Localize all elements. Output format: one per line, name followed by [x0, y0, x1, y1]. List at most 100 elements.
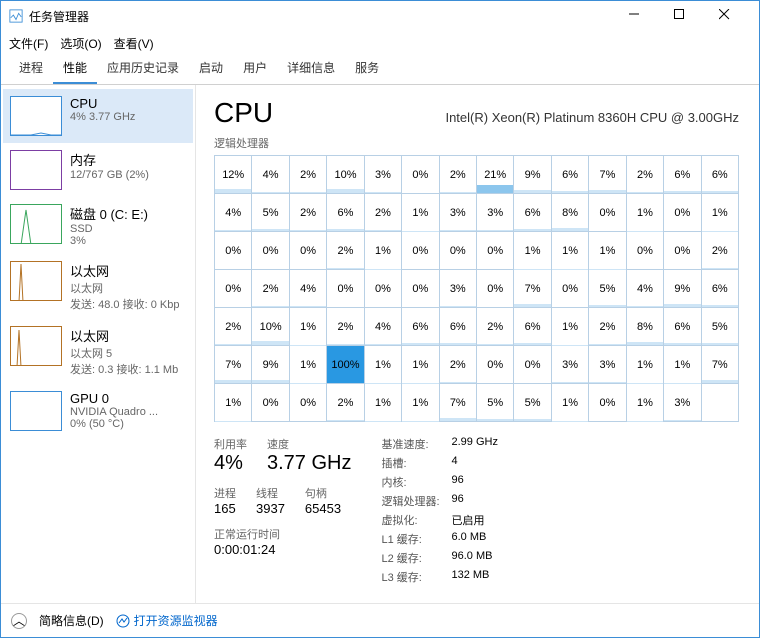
main-panel: CPU Intel(R) Xeon(R) Platinum 8360H CPU …	[196, 85, 759, 603]
logical-label: 逻辑处理器:	[381, 493, 451, 509]
core-cell: 0%	[327, 270, 364, 308]
core-cell: 2%	[290, 156, 327, 194]
core-cell: 2%	[252, 270, 289, 308]
core-cell: 8%	[552, 194, 589, 232]
footer: ︿ 简略信息(D) 打开资源监视器	[1, 603, 759, 637]
uptime-value: 0:00:01:24	[214, 542, 351, 557]
window-title: 任务管理器	[29, 8, 89, 25]
threads-value: 3937	[256, 501, 285, 516]
core-cell: 5%	[252, 194, 289, 232]
core-cell: 2%	[365, 194, 402, 232]
fewer-details-link[interactable]: 简略信息(D)	[39, 612, 104, 629]
core-cell: 0%	[477, 346, 514, 384]
menu-file[interactable]: 文件(F)	[9, 35, 48, 52]
tab-processes[interactable]: 进程	[9, 53, 53, 84]
resource-monitor-link[interactable]: 打开资源监视器	[116, 612, 218, 629]
chevron-up-icon[interactable]: ︿	[11, 613, 27, 629]
core-cell: 6%	[440, 308, 477, 346]
core-cell: 0%	[589, 384, 626, 422]
close-button[interactable]	[706, 2, 751, 30]
core-cell: 8%	[627, 308, 664, 346]
sidebar-item-label: 磁盘 0 (C: E:)	[70, 204, 148, 223]
core-cell: 5%	[514, 384, 551, 422]
core-cell: 0%	[365, 270, 402, 308]
core-cell: 12%	[215, 156, 252, 194]
core-cell: 0%	[514, 346, 551, 384]
core-cell: 2%	[290, 194, 327, 232]
sidebar-item-ethernet-0[interactable]: 以太网 以太网 发送: 48.0 接收: 0 Kbp	[3, 254, 193, 319]
core-cell: 1%	[552, 384, 589, 422]
minimize-button[interactable]	[616, 2, 661, 30]
core-cell: 1%	[365, 232, 402, 270]
core-cell: 0%	[402, 156, 439, 194]
core-cell: 1%	[627, 384, 664, 422]
maximize-button[interactable]	[661, 2, 706, 30]
core-cell: 0%	[440, 232, 477, 270]
core-cell: 21%	[477, 156, 514, 194]
sidebar-item-desc2: 发送: 0.3 接收: 1.1 Mb	[70, 361, 178, 377]
titlebar: 任务管理器	[1, 1, 759, 31]
core-cell: 6%	[514, 308, 551, 346]
core-cell: 6%	[327, 194, 364, 232]
virt-value: 已启用	[451, 512, 497, 528]
sidebar-item-cpu[interactable]: CPU 4% 3.77 GHz	[3, 89, 193, 143]
core-cell: 10%	[252, 308, 289, 346]
core-cell: 1%	[664, 346, 701, 384]
uptime-label: 正常运行时间	[214, 526, 351, 542]
menu-options[interactable]: 选项(O)	[60, 35, 101, 52]
core-cell: 0%	[252, 384, 289, 422]
tab-performance[interactable]: 性能	[53, 53, 97, 84]
tab-apphistory[interactable]: 应用历史记录	[97, 53, 189, 84]
sidebar-item-disk[interactable]: 磁盘 0 (C: E:) SSD 3%	[3, 197, 193, 254]
core-cell: 9%	[664, 270, 701, 308]
speed-label: 速度	[267, 436, 351, 452]
core-cell: 2%	[477, 308, 514, 346]
core-cell: 5%	[589, 270, 626, 308]
sidebar-item-desc: 以太网	[70, 280, 179, 296]
core-cell: 1%	[627, 346, 664, 384]
core-cell: 1%	[215, 384, 252, 422]
core-cell: 1%	[365, 384, 402, 422]
tab-users[interactable]: 用户	[233, 53, 277, 84]
core-cell: 0%	[402, 270, 439, 308]
cores-label: 内核:	[381, 474, 451, 490]
stats: 利用率 4% 速度 3.77 GHz 进程 165	[214, 436, 739, 585]
core-cell: 6%	[514, 194, 551, 232]
disk-thumb-icon	[10, 204, 62, 244]
core-cell: 6%	[664, 308, 701, 346]
tabbar: 进程 性能 应用历史记录 启动 用户 详细信息 服务	[1, 55, 759, 85]
core-cell: 4%	[627, 270, 664, 308]
tab-startup[interactable]: 启动	[189, 53, 233, 84]
core-cell: 100%	[327, 346, 364, 384]
tab-details[interactable]: 详细信息	[277, 53, 345, 84]
core-cell: 7%	[440, 384, 477, 422]
cores-subtitle: 逻辑处理器	[214, 135, 739, 151]
sidebar-item-memory[interactable]: 内存 12/767 GB (2%)	[3, 143, 193, 197]
logical-processor-grid[interactable]: 12%4%2%10%3%0%2%21%9%6%7%2%6%6%4%5%2%6%2…	[214, 155, 739, 422]
sidebar-item-desc2: 发送: 48.0 接收: 0 Kbp	[70, 296, 179, 312]
sidebar-item-ethernet-1[interactable]: 以太网 以太网 5 发送: 0.3 接收: 1.1 Mb	[3, 319, 193, 384]
sidebar-item-desc: 12/767 GB (2%)	[70, 169, 149, 181]
core-cell: 2%	[702, 232, 739, 270]
core-cell: 4%	[365, 308, 402, 346]
cpu-details: 基准速度:2.99 GHz 插槽:4 内核:96 逻辑处理器:96 虚拟化:已启…	[381, 436, 497, 585]
core-cell: 0%	[402, 232, 439, 270]
core-cell: 3%	[440, 194, 477, 232]
core-cell: 7%	[215, 346, 252, 384]
menu-view[interactable]: 查看(V)	[114, 35, 154, 52]
core-cell: 0%	[290, 384, 327, 422]
content: CPU 4% 3.77 GHz 内存 12/767 GB (2%) 磁盘 0 (…	[1, 85, 759, 603]
logical-value: 96	[451, 493, 497, 509]
sidebar-item-gpu[interactable]: GPU 0 NVIDIA Quadro ... 0% (50 °C)	[3, 384, 193, 438]
core-cell: 1%	[589, 232, 626, 270]
tab-services[interactable]: 服务	[345, 53, 389, 84]
core-cell: 1%	[627, 194, 664, 232]
cpu-thumb-icon	[10, 96, 62, 136]
sockets-label: 插槽:	[381, 455, 451, 471]
core-cell: 1%	[365, 346, 402, 384]
core-cell: 0%	[290, 232, 327, 270]
monitor-icon	[116, 614, 130, 628]
core-cell: 0%	[552, 270, 589, 308]
core-cell: 2%	[627, 156, 664, 194]
l2-label: L2 缓存:	[381, 550, 451, 566]
